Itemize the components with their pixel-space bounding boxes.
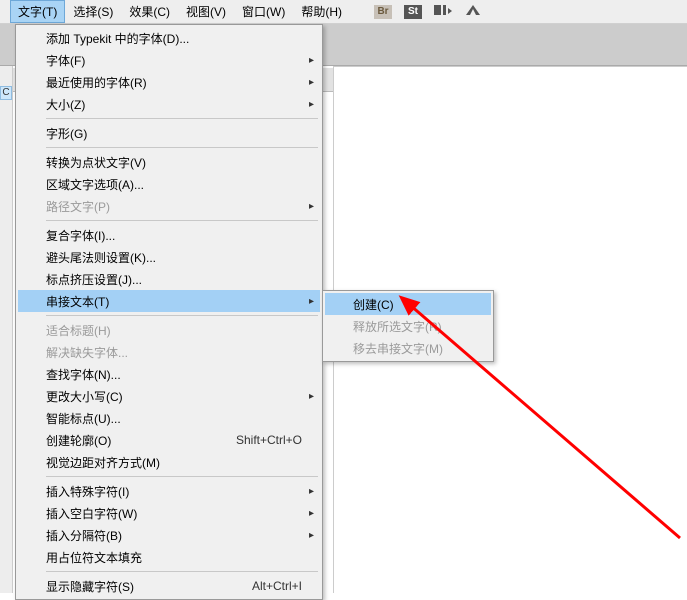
submenu-item: 释放所选文字(R)	[325, 315, 491, 337]
menubar-item-window[interactable]: 窗口(W)	[234, 0, 293, 23]
menu-item[interactable]: 字形(G)	[18, 122, 320, 144]
menu-item-label: 避头尾法则设置(K)...	[46, 249, 302, 266]
menu-item-label: 串接文本(T)	[46, 293, 302, 310]
threaded-text-submenu: 创建(C) 释放所选文字(R) 移去串接文字(M)	[322, 290, 494, 362]
menu-item[interactable]: 查找字体(N)...	[18, 363, 320, 385]
menu-item[interactable]: 区域文字选项(A)...	[18, 173, 320, 195]
bridge-icon[interactable]: Br	[374, 5, 392, 19]
menu-item[interactable]: 串接文本(T)	[18, 290, 320, 312]
menubar-item-effect[interactable]: 效果(C)	[121, 0, 178, 23]
menu-item-label: 视觉边距对齐方式(M)	[46, 454, 302, 471]
menu-item-label: 区域文字选项(A)...	[46, 176, 302, 193]
menu-item-label: 插入特殊字符(I)	[46, 483, 302, 500]
side-indicator[interactable]: C	[0, 86, 12, 100]
menu-item[interactable]: 显示隐藏字符(S)Alt+Ctrl+I	[18, 575, 320, 597]
menu-item-label: 解决缺失字体...	[46, 344, 302, 361]
menu-item-label: 插入分隔符(B)	[46, 527, 302, 544]
menubar-item-select[interactable]: 选择(S)	[65, 0, 121, 23]
menubar: 文字(T) 选择(S) 效果(C) 视图(V) 窗口(W) 帮助(H) Br S…	[0, 0, 687, 24]
menu-item-label: 字形(G)	[46, 125, 302, 142]
menu-item[interactable]: 创建轮廓(O)Shift+Ctrl+O	[18, 429, 320, 451]
menu-item-label: 字体(F)	[46, 52, 302, 69]
menubar-icon-group: Br St	[374, 3, 482, 20]
menu-item-label: 标点挤压设置(J)...	[46, 271, 302, 288]
menu-item-label: 路径文字(P)	[46, 198, 302, 215]
left-sidebar	[0, 66, 13, 593]
menu-item-label: 显示隐藏字符(S)	[46, 578, 252, 595]
menu-item[interactable]: 字体(F)	[18, 49, 320, 71]
menu-item[interactable]: 转换为点状文字(V)	[18, 151, 320, 173]
submenu-item-label: 创建(C)	[353, 296, 481, 313]
submenu-item-label: 移去串接文字(M)	[353, 340, 481, 357]
menu-item-shortcut: Alt+Ctrl+I	[252, 579, 302, 593]
menu-item-label: 适合标题(H)	[46, 322, 302, 339]
menu-item[interactable]: 添加 Typekit 中的字体(D)...	[18, 27, 320, 49]
menu-item-shortcut: Shift+Ctrl+O	[236, 433, 302, 447]
menu-item-label: 大小(Z)	[46, 96, 302, 113]
menu-separator	[46, 147, 318, 148]
menu-item[interactable]: 大小(Z)	[18, 93, 320, 115]
menu-item-label: 添加 Typekit 中的字体(D)...	[46, 30, 302, 47]
gpu-perf-icon[interactable]	[464, 3, 482, 20]
menu-item[interactable]: 避头尾法则设置(K)...	[18, 246, 320, 268]
menu-item-label: 复合字体(I)...	[46, 227, 302, 244]
menu-item-label: 最近使用的字体(R)	[46, 74, 302, 91]
menu-item: 路径文字(P)	[18, 195, 320, 217]
menu-item-label: 智能标点(U)...	[46, 410, 302, 427]
stock-icon[interactable]: St	[404, 5, 422, 19]
menu-item[interactable]: 智能标点(U)...	[18, 407, 320, 429]
menu-item: 适合标题(H)	[18, 319, 320, 341]
menu-item[interactable]: 用占位符文本填充	[18, 546, 320, 568]
menu-item-label: 查找字体(N)...	[46, 366, 302, 383]
menu-separator	[46, 220, 318, 221]
menu-item[interactable]: 插入分隔符(B)	[18, 524, 320, 546]
menu-item: 解决缺失字体...	[18, 341, 320, 363]
menu-item[interactable]: 视觉边距对齐方式(M)	[18, 451, 320, 473]
menubar-item-view[interactable]: 视图(V)	[178, 0, 234, 23]
menu-item[interactable]: 更改大小写(C)	[18, 385, 320, 407]
menu-item[interactable]: 插入特殊字符(I)	[18, 480, 320, 502]
menu-item-label: 更改大小写(C)	[46, 388, 302, 405]
menu-separator	[46, 476, 318, 477]
menu-item[interactable]: 最近使用的字体(R)	[18, 71, 320, 93]
submenu-item[interactable]: 创建(C)	[325, 293, 491, 315]
menu-item[interactable]: 复合字体(I)...	[18, 224, 320, 246]
menu-item[interactable]: 插入空白字符(W)	[18, 502, 320, 524]
menu-separator	[46, 118, 318, 119]
text-menu-dropdown: 添加 Typekit 中的字体(D)... 字体(F) 最近使用的字体(R) 大小(Z…	[15, 24, 323, 600]
submenu-item-label: 释放所选文字(R)	[353, 318, 481, 335]
menubar-item-text[interactable]: 文字(T)	[10, 0, 65, 23]
menu-separator	[46, 315, 318, 316]
menu-item-label: 转换为点状文字(V)	[46, 154, 302, 171]
menu-item[interactable]: 标点挤压设置(J)...	[18, 268, 320, 290]
arrange-docs-icon[interactable]	[434, 3, 452, 20]
menu-item-label: 插入空白字符(W)	[46, 505, 302, 522]
menu-item-label: 创建轮廓(O)	[46, 432, 236, 449]
menu-item-label: 用占位符文本填充	[46, 549, 302, 566]
menu-separator	[46, 571, 318, 572]
menubar-item-help[interactable]: 帮助(H)	[293, 0, 350, 23]
submenu-item: 移去串接文字(M)	[325, 337, 491, 359]
